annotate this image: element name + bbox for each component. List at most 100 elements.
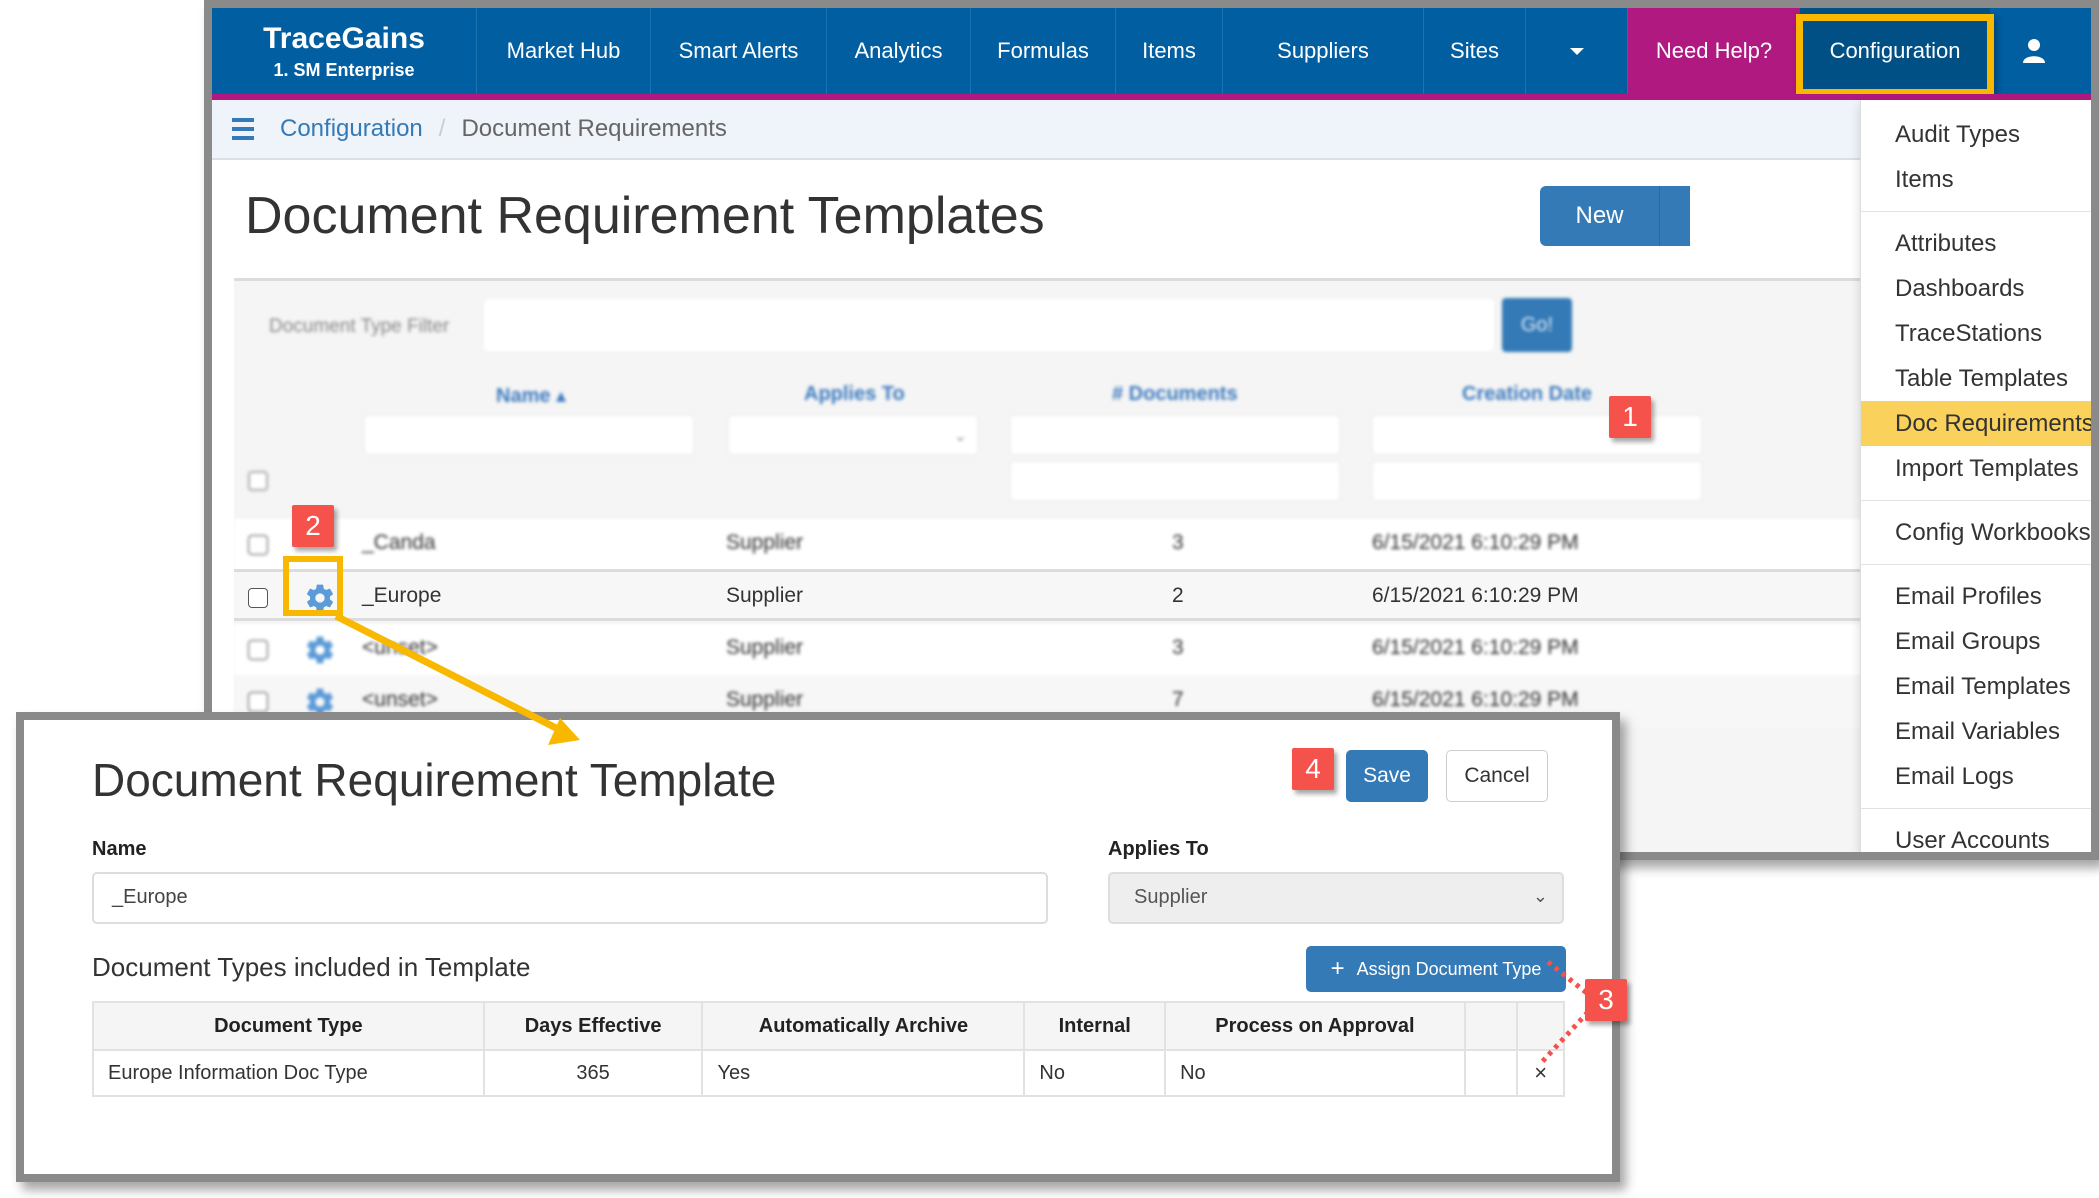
new-split-toggle[interactable] (1660, 186, 1690, 246)
header-days-effective: Days Effective (482, 1001, 704, 1051)
breadcrumb-configuration[interactable]: Configuration (280, 115, 423, 143)
assign-document-type-button[interactable]: + Assign Document Type (1306, 946, 1566, 992)
column-header-documents[interactable]: # Documents (1112, 383, 1238, 406)
sidebar-toggle-icon[interactable] (232, 118, 254, 140)
nav-user-menu[interactable] (1990, 8, 2078, 94)
page-title: Document Requirement Templates (245, 187, 1045, 245)
new-button[interactable]: New (1540, 186, 1660, 246)
nav-items[interactable]: Items (1116, 8, 1223, 94)
nav-formulas[interactable]: Formulas (971, 8, 1116, 94)
menu-divider (1861, 500, 2091, 501)
cell-auto-archive: Yes (701, 1049, 1026, 1097)
brand-logo[interactable]: TraceGains 1. SM Enterprise (212, 8, 477, 94)
modal-title: Document Requirement Template (92, 754, 777, 806)
applies-to-label: Applies To (1108, 838, 1209, 860)
row-checkbox[interactable] (248, 640, 268, 660)
header-internal: Internal (1023, 1001, 1167, 1051)
top-navbar: TraceGains 1. SM Enterprise Market Hub S… (212, 8, 2091, 100)
applies-to-column-filter[interactable]: ⌄ (728, 415, 978, 455)
menu-item-email-logs[interactable]: Email Logs (1861, 754, 2091, 799)
nav-smart-alerts[interactable]: Smart Alerts (651, 8, 827, 94)
nav-configuration[interactable]: Configuration (1796, 8, 1994, 96)
nav-need-help[interactable]: Need Help? (1628, 8, 1800, 94)
row-applies-to: Supplier (726, 584, 804, 607)
cell-blank (1463, 1049, 1519, 1097)
row-created: 6/15/2021 6:10:29 PM (1372, 531, 1579, 554)
nav-market-hub[interactable]: Market Hub (477, 8, 651, 94)
row-documents: 7 (1172, 688, 1184, 711)
row-created: 6/15/2021 6:10:29 PM (1372, 584, 1579, 607)
table-row[interactable]: _Canda Supplier 3 6/15/2021 6:10:29 PM (234, 519, 2091, 571)
applies-to-select[interactable]: Supplier ⌄ (1108, 872, 1564, 924)
menu-item-doc-requirements[interactable]: Doc Requirements (1861, 401, 2091, 446)
nav-suppliers[interactable]: Suppliers (1223, 8, 1424, 94)
cell-days-effective: 365 (482, 1049, 704, 1097)
column-header-name[interactable]: Name ▴ (496, 383, 566, 408)
configuration-highlight-box (1796, 14, 1994, 96)
chevron-down-icon: ⌄ (953, 428, 967, 445)
cancel-button[interactable]: Cancel (1446, 750, 1548, 802)
menu-item-dashboards[interactable]: Dashboards (1861, 266, 2091, 311)
name-column-filter[interactable] (364, 415, 694, 455)
brand-subtitle: 1. SM Enterprise (273, 60, 415, 80)
caret-down-icon (1569, 47, 1584, 55)
menu-item-tracestations[interactable]: TraceStations (1861, 311, 2091, 356)
row-created: 6/15/2021 6:10:29 PM (1372, 688, 1579, 711)
documents-column-filter-max[interactable] (1010, 461, 1340, 501)
nav-analytics[interactable]: Analytics (827, 8, 971, 94)
breadcrumb-current: Document Requirements (461, 115, 727, 142)
creation-date-filter-to[interactable] (1372, 461, 1702, 501)
table-row[interactable]: <unset> Supplier 3 6/15/2021 6:10:29 PM (234, 624, 2091, 676)
callout-badge-3: 3 (1585, 979, 1627, 1021)
menu-item-import-templates[interactable]: Import Templates (1861, 446, 2091, 491)
select-all-checkbox[interactable] (248, 471, 268, 491)
document-type-filter-label: Document Type Filter (269, 316, 450, 337)
document-type-filter-input[interactable] (484, 299, 1494, 351)
row-name: <unset> (362, 636, 438, 659)
user-icon (2023, 39, 2045, 63)
row-documents: 2 (1172, 584, 1184, 607)
menu-item-attributes[interactable]: Attributes (1861, 221, 2091, 266)
nav-more-dropdown[interactable] (1526, 8, 1628, 94)
menu-item-email-templates[interactable]: Email Templates (1861, 664, 2091, 709)
menu-item-table-templates[interactable]: Table Templates (1861, 356, 2091, 401)
documents-column-filter-min[interactable] (1010, 415, 1340, 455)
name-input[interactable]: _Europe (92, 872, 1048, 924)
go-button[interactable]: Go! (1502, 298, 1572, 352)
menu-item-items[interactable]: Items (1861, 157, 2091, 202)
breadcrumb-separator: / (438, 115, 446, 142)
header-document-type: Document Type (92, 1001, 485, 1051)
row-checkbox[interactable] (248, 588, 268, 608)
cell-document-type: Europe Information Doc Type (92, 1049, 485, 1097)
row-applies-to: Supplier (726, 688, 804, 711)
menu-item-email-profiles[interactable]: Email Profiles (1861, 574, 2091, 619)
row-applies-to: Supplier (726, 531, 804, 554)
save-button[interactable]: Save (1346, 750, 1428, 802)
row-created: 6/15/2021 6:10:29 PM (1372, 636, 1579, 659)
menu-divider (1861, 211, 2091, 212)
breadcrumb: Configuration / Document Requirements (212, 100, 2091, 160)
gear-icon[interactable] (304, 634, 336, 672)
menu-divider (1861, 808, 2091, 809)
row-applies-to: Supplier (726, 636, 804, 659)
row-name: _Canda (362, 531, 436, 554)
cell-process-on-approval: No (1164, 1049, 1466, 1097)
column-header-creation-date[interactable]: Creation Date (1462, 383, 1592, 406)
table-row[interactable]: _Europe Supplier 2 6/15/2021 6:10:29 PM (234, 569, 2091, 621)
callout-badge-2: 2 (292, 505, 334, 547)
menu-item-email-groups[interactable]: Email Groups (1861, 619, 2091, 664)
remove-row-icon[interactable]: × (1516, 1049, 1565, 1097)
menu-item-config-workbooks[interactable]: Config Workbooks (1861, 510, 2091, 555)
row-documents: 3 (1172, 531, 1184, 554)
column-header-applies-to[interactable]: Applies To (804, 383, 905, 406)
header-blank (1463, 1001, 1519, 1051)
menu-item-audit-types[interactable]: Audit Types (1861, 112, 2091, 157)
cell-internal: No (1023, 1049, 1167, 1097)
row-checkbox[interactable] (248, 692, 268, 712)
creation-date-filter-from[interactable] (1372, 415, 1702, 455)
menu-item-user-accounts[interactable]: User Accounts (1861, 818, 2091, 853)
nav-sites[interactable]: Sites (1424, 8, 1526, 94)
row-checkbox[interactable] (248, 535, 268, 555)
header-auto-archive: Automatically Archive (701, 1001, 1026, 1051)
menu-item-email-variables[interactable]: Email Variables (1861, 709, 2091, 754)
